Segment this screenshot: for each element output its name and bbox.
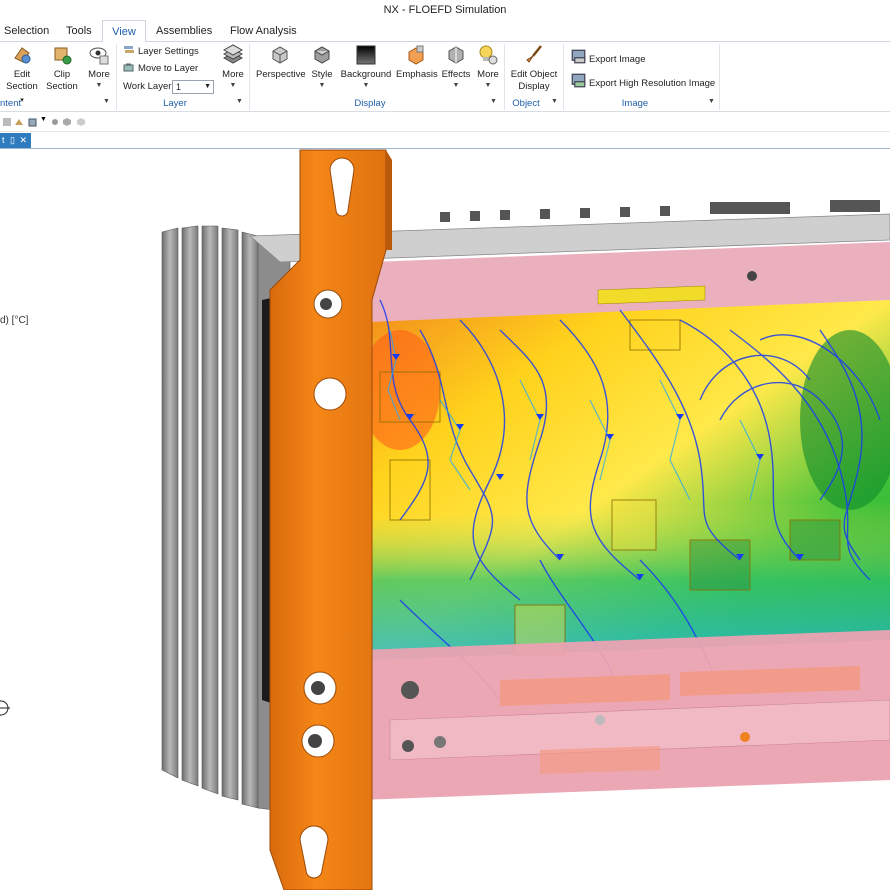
export-high-res-icon <box>571 73 586 88</box>
shaded-cube-icon <box>314 46 330 64</box>
chevron-down-icon: ▼ <box>484 82 492 89</box>
layer-settings-icon <box>124 46 134 53</box>
export-image-button[interactable]: Export Image <box>571 49 646 65</box>
chevron-down-icon: ▼ <box>95 82 103 89</box>
background-icon <box>356 45 376 65</box>
group-separator <box>116 44 117 110</box>
emphasis-button[interactable]: Emphasis <box>396 42 438 81</box>
selection-toolbar: ▼ <box>0 112 890 132</box>
simulation-scene <box>161 149 890 890</box>
group-separator <box>249 44 250 110</box>
title-bar: NX - FLOEFD Simulation <box>0 0 890 20</box>
image-group-label: Image <box>621 98 649 109</box>
lightbulb-gear-icon <box>479 45 498 65</box>
cube-perspective-icon <box>272 46 288 64</box>
select-face-icon[interactable] <box>14 117 24 127</box>
paintbrush-icon <box>526 45 542 63</box>
layer-settings-button[interactable]: Layer Settings <box>123 44 199 60</box>
more-display-button[interactable]: More ▼ <box>474 42 502 90</box>
group-separator <box>563 44 564 110</box>
edit-object-display-button[interactable]: Edit Object Display <box>508 42 560 93</box>
group-separator <box>719 44 720 110</box>
image-group-caret-icon[interactable]: ▼ <box>708 98 715 105</box>
work-layer-select[interactable]: 1 ▼ <box>172 80 214 94</box>
export-image-icon <box>571 49 586 64</box>
ribbon: Edit Section ▾ Clip Section More ▼ ntent… <box>0 42 890 112</box>
layers-icon <box>222 44 244 64</box>
eye-icon <box>89 47 109 65</box>
document-tab[interactable]: t ▯ ✕ <box>0 133 31 148</box>
chevron-down-icon: ▼ <box>318 82 326 89</box>
graphics-viewport[interactable]: d) [°C] <box>0 149 890 890</box>
clip-section-icon <box>54 47 72 65</box>
edit-section-icon <box>14 47 31 64</box>
group-separator <box>504 44 505 110</box>
cube-small-icon[interactable] <box>76 117 86 127</box>
select-body-icon[interactable] <box>28 117 38 127</box>
emphasis-icon <box>408 45 424 65</box>
move-to-layer-icon <box>123 63 134 72</box>
document-icon: ▯ <box>10 135 15 145</box>
export-high-res-button[interactable]: Export High Resolution Image <box>571 73 715 89</box>
snap-icon[interactable] <box>50 117 60 127</box>
tab-selection[interactable]: Selection <box>0 20 55 42</box>
close-icon[interactable]: ✕ <box>20 135 28 145</box>
style-button[interactable]: Style ▼ <box>308 42 336 90</box>
move-to-layer-button[interactable]: Move to Layer <box>123 61 198 77</box>
work-layer-label: Work Layer <box>123 81 172 92</box>
nx-window: NX - FLOEFD Simulation Selection Tools V… <box>0 0 890 890</box>
chevron-down-icon: ▼ <box>204 83 211 90</box>
tab-view[interactable]: View <box>102 20 146 43</box>
more-layer-button[interactable]: More ▼ <box>218 42 248 90</box>
display-group-caret-icon[interactable]: ▼ <box>490 98 497 105</box>
layer-group-caret-icon[interactable]: ▼ <box>236 98 243 105</box>
chevron-down-icon: ▼ <box>362 82 370 89</box>
effects-button[interactable]: Effects ▼ <box>440 42 472 90</box>
clip-section-button[interactable]: Clip Section <box>44 42 80 93</box>
object-group-caret-icon[interactable]: ▼ <box>551 98 558 105</box>
ribbon-tab-bar: Selection Tools View Assemblies Flow Ana… <box>0 20 890 43</box>
chevron-down-icon: ▼ <box>229 82 237 89</box>
perspective-button[interactable]: Perspective <box>256 42 306 81</box>
more-content-button[interactable]: More ▼ <box>84 42 114 90</box>
tab-assemblies[interactable]: Assemblies <box>150 20 218 42</box>
content-group-label: ntent <box>0 98 22 109</box>
display-group-label: Display <box>354 98 386 109</box>
object-group-label: Object <box>512 98 540 109</box>
effects-icon <box>448 46 464 64</box>
tab-flow-analysis[interactable]: Flow Analysis <box>224 20 303 42</box>
tab-tools[interactable]: Tools <box>60 20 98 42</box>
background-button[interactable]: Background ▼ <box>340 42 392 90</box>
filter-icon[interactable] <box>2 117 12 127</box>
content-group-caret-icon[interactable]: ▼ <box>103 98 110 105</box>
layer-group-label: Layer <box>163 98 187 109</box>
orientation-triad-icon <box>0 700 10 716</box>
chevron-down-icon[interactable]: ▼ <box>40 116 47 123</box>
chevron-down-icon: ▼ <box>452 82 460 89</box>
window-title: NX - FLOEFD Simulation <box>383 4 507 16</box>
cube-small-icon[interactable] <box>62 117 72 127</box>
